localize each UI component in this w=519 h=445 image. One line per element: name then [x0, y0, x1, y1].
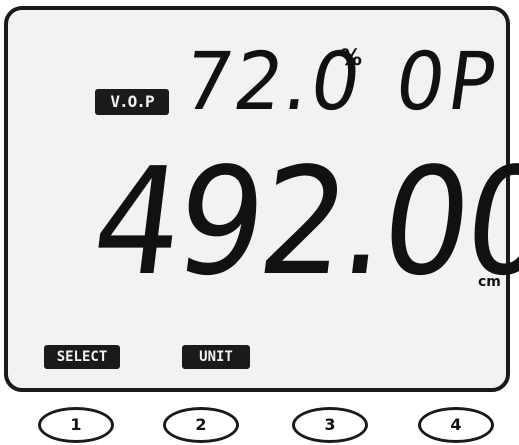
vop-value: 72.0 — [177, 34, 369, 129]
function-key-2[interactable]: 2 — [163, 407, 239, 443]
function-key-1[interactable]: 1 — [38, 407, 114, 443]
vop-unit: % — [340, 46, 363, 71]
mode-indicator: 0P — [389, 34, 506, 129]
softkey-label-unit: UNIT — [182, 345, 250, 369]
main-reading: 492.00 — [84, 136, 519, 308]
softkey-label-select: SELECT — [44, 345, 120, 369]
reading-unit: cm — [478, 274, 501, 290]
vop-badge: V.O.P — [95, 89, 169, 115]
function-key-3[interactable]: 3 — [292, 407, 368, 443]
function-key-4[interactable]: 4 — [418, 407, 494, 443]
